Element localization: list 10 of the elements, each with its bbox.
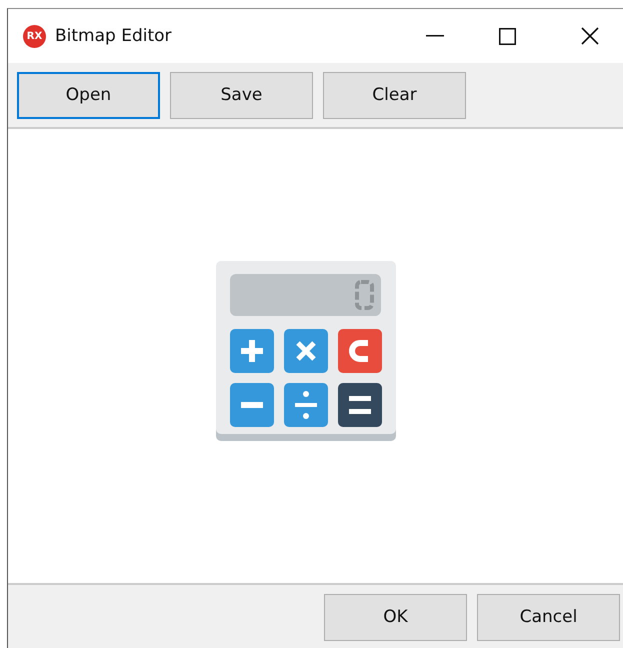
toolbar-button[interactable]: Open (17, 72, 160, 118)
toolbar-button[interactable]: Save (170, 72, 313, 118)
dialog-button[interactable]: OK (324, 594, 467, 640)
minimize-icon[interactable] (426, 35, 444, 37)
toolbar-button[interactable]: Clear (323, 72, 466, 118)
window-title: Bitmap Editor (55, 26, 172, 46)
app-logo: RX (23, 24, 46, 48)
maximize-icon[interactable] (499, 28, 516, 44)
close-icon[interactable] (581, 27, 599, 45)
dialog-button[interactable]: Cancel (477, 594, 620, 640)
